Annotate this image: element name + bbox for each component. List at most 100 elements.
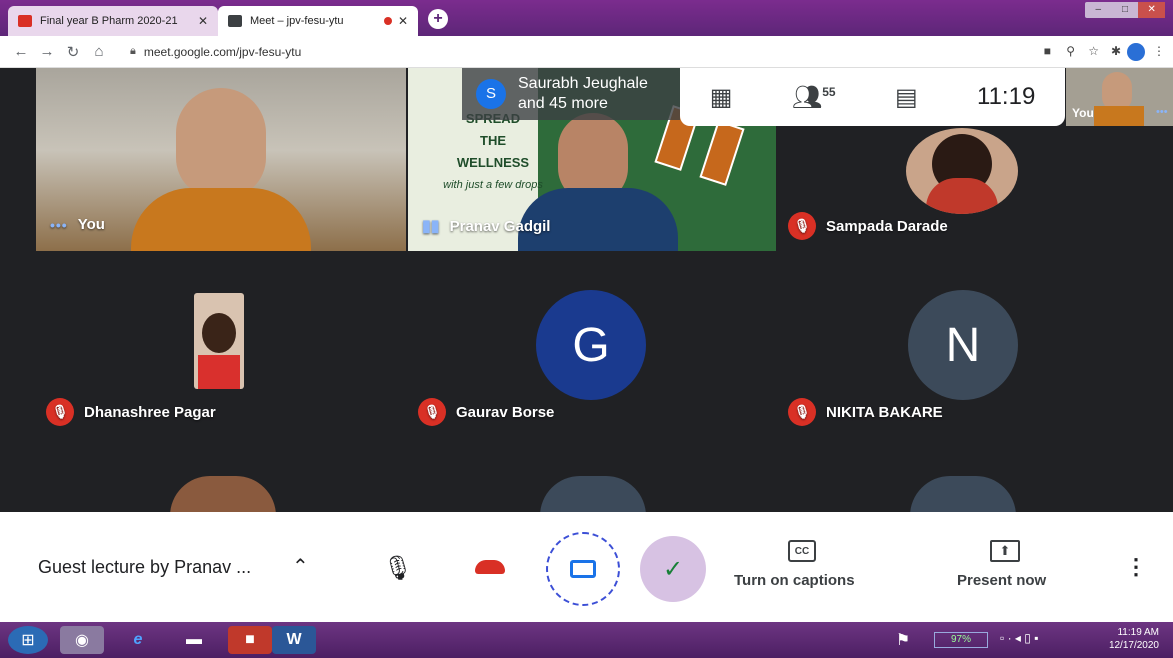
tab-final-year[interactable]: Final year B Pharm 2020-21 ✕ [8,6,218,36]
app-icon[interactable]: ■ [228,626,272,654]
mic-off-icon: 🎙︎ [788,212,816,240]
self-thumbnail[interactable]: You ••• [1066,68,1173,126]
address-bar: ← → ↻ ⌂ 🔒︎ meet.google.com/jpv-fesu-ytu … [0,36,1173,68]
banner-text: SPREAD THE WELLNESS with just a few drop… [438,108,548,196]
banner-line: with just a few drops [443,179,543,191]
star-icon[interactable]: ☆ [1088,44,1099,58]
hang-up-icon [475,560,505,574]
present-icon[interactable]: ⬆ [990,540,1020,562]
participant-clothing [1094,106,1144,126]
tray-flag-icon[interactable]: ⚑ [888,626,918,654]
meeting-controls-bar: Guest lecture by Pranav ... ⌃ 🎙︎ ✓ CC Tu… [0,512,1173,622]
active-speakers-pill[interactable]: S Saurabh Jeughale and 45 more [462,68,680,120]
tab-title: Final year B Pharm 2020-21 [40,15,178,27]
more-options-icon[interactable]: ••• [1156,106,1168,118]
speaker-avatar: S [476,79,506,109]
start-button[interactable]: ⊞ [8,626,48,654]
avatar-gaurav: G [536,290,646,400]
recording-dot-icon [383,17,392,25]
url-text: meet.google.com/jpv-fesu-ytu [143,44,302,59]
banner-line: WELLNESS [456,155,530,170]
tile-name-label: 🎙︎ NIKITA BAKARE [788,398,943,426]
minimize-icon[interactable]: – [1085,2,1112,18]
avatar-partial [540,476,646,516]
participant-name: Sampada Darade [826,217,948,235]
tile-name-label: ▮▮ Pranav Gadgil [422,216,550,236]
clock-time: 11:19 AM [1117,627,1159,638]
close-icon[interactable]: ✕ [198,14,208,28]
speaker-more: and 45 more [518,95,608,112]
maximize-icon[interactable]: □ [1112,2,1139,18]
avatar-photo-hair [202,313,236,353]
participant-name: Gaurav Borse [456,403,555,421]
new-tab-button[interactable]: + [428,9,448,29]
lock-icon: 🔒︎ [130,45,136,57]
participant-name: You [77,216,105,233]
extensions-icon[interactable]: ✱ [1111,44,1121,58]
tab-title: Meet – jpv-fesu-ytu [250,15,344,27]
window-close-icon[interactable]: ✕ [1138,2,1166,18]
meet-favicon [228,15,242,27]
camera-icon[interactable]: ■ [1044,44,1051,58]
tab-meet[interactable]: Meet – jpv-fesu-ytu ✕ [218,6,418,36]
meeting-title[interactable]: Guest lecture by Pranav ... [38,557,251,578]
avatar-partial [170,476,276,516]
tile-name-label: 🎙︎ Gaurav Borse [418,398,554,426]
chrome-icon[interactable]: ◉ [60,626,104,654]
self-label: You [1072,106,1094,120]
forward-icon[interactable]: → [34,43,60,60]
microphone-button[interactable]: 🎙︎ [380,548,416,588]
back-icon[interactable]: ← [8,43,34,60]
word-icon[interactable]: W [272,626,316,654]
participant-count: 55 [822,84,836,99]
avatar-photo-clothing [198,355,240,389]
tile-name-label: 🎙︎ Dhanashree Pagar [46,398,216,426]
video-tile-you[interactable]: ••• You [36,68,406,251]
captions-button[interactable]: Turn on captions [734,572,855,589]
tray-icons[interactable]: ▫ · ◂ ▯ ▪ [1000,631,1038,645]
tab-favicon [18,15,32,27]
windows-taskbar: ⊞ ◉ e ▬ ■ W ⚑ 97% ▫ · ◂ ▯ ▪ 11:19 AM 12/… [0,622,1173,658]
present-now-button[interactable]: Present now [957,572,1046,589]
meeting-clock: 11:19 [977,83,1036,110]
camera-button[interactable] [546,532,620,606]
avatar-partial [910,476,1016,516]
chevron-up-icon[interactable]: ⌃ [292,554,309,579]
reload-icon[interactable]: ↻ [60,43,86,61]
battery-indicator[interactable]: 97% [934,632,988,648]
menu-icon[interactable]: ⋮ [1153,44,1165,58]
screen: Final year B Pharm 2020-21 ✕ Meet – jpv-… [0,0,1173,658]
avatar-dhanashree [194,293,244,389]
grid-layout-icon[interactable]: ▦ [710,83,733,112]
apply-button[interactable]: ✓ [640,536,706,602]
mic-off-icon: 🎙︎ [418,398,446,426]
profile-avatar[interactable] [1127,43,1145,61]
folder-icon[interactable]: ▬ [172,626,216,654]
home-icon[interactable]: ⌂ [86,43,112,60]
close-icon[interactable]: ✕ [398,14,408,28]
chat-icon[interactable]: ▤ [895,83,918,112]
ie-icon[interactable]: e [116,626,160,654]
participant-clothing [131,188,311,251]
clock-date: 12/17/2020 [1108,640,1159,651]
participant-name: Dhanashree Pagar [84,403,216,421]
avatar-sampada [906,128,1018,214]
avatar-photo-clothing [926,178,998,214]
more-options-icon[interactable]: ••• [50,217,68,233]
meeting-top-bar: ▦ 👥︎55 ▤ 11:19 [680,68,1065,126]
url-field[interactable]: 🔒︎ meet.google.com/jpv-fesu-ytu [130,45,301,59]
avatar-nikita: N [908,290,1018,400]
taskbar-clock[interactable]: 11:19 AM 12/17/2020 [1109,626,1159,652]
participant-name: NIKITA BAKARE [826,403,943,421]
people-icon[interactable]: 👥︎55 [792,83,836,112]
mic-off-icon: 🎙︎ [46,398,74,426]
product-bottle [699,120,745,186]
captions-icon[interactable]: CC [788,540,816,562]
participant-face [176,88,266,198]
leave-call-button[interactable] [470,552,510,582]
more-options-icon[interactable]: ⋮ [1125,552,1147,582]
zoom-icon[interactable]: ⚲ [1066,44,1075,58]
speaker-text: Saurabh Jeughale and 45 more [518,74,648,114]
speaker-name: Saurabh Jeughale [518,75,648,92]
audio-level-icon: ▮▮ [422,218,440,235]
